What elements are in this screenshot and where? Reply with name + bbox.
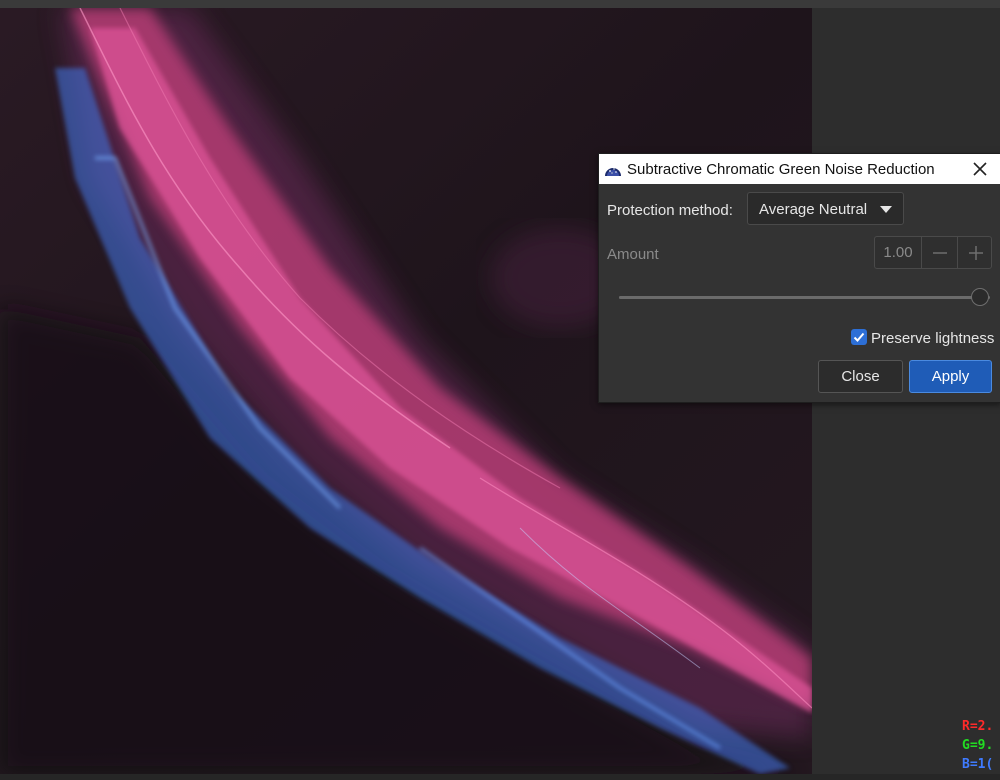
decrement-button[interactable] bbox=[922, 237, 958, 268]
minus-icon bbox=[933, 252, 947, 254]
increment-button[interactable] bbox=[958, 237, 993, 268]
preserve-lightness-label[interactable]: Preserve lightness bbox=[871, 330, 994, 347]
amount-stepper[interactable]: 1.00 bbox=[874, 236, 992, 269]
slider-fill bbox=[619, 296, 990, 299]
apply-button[interactable]: Apply bbox=[909, 360, 992, 393]
app-icon bbox=[604, 160, 622, 178]
readout-g: G=9. bbox=[962, 738, 994, 753]
top-bar bbox=[0, 0, 1000, 8]
protection-method-value: Average Neutral bbox=[759, 201, 868, 218]
amount-slider[interactable] bbox=[619, 288, 990, 308]
readout-r: R=2. bbox=[962, 719, 994, 734]
slider-thumb[interactable] bbox=[971, 288, 989, 306]
amount-value[interactable]: 1.00 bbox=[875, 237, 922, 268]
preserve-lightness-checkbox[interactable] bbox=[851, 329, 867, 345]
amount-label: Amount bbox=[607, 246, 659, 263]
readout-b: B=1( bbox=[962, 757, 994, 772]
checkmark-icon bbox=[853, 332, 865, 342]
protection-method-label: Protection method: bbox=[607, 202, 733, 219]
close-button[interactable]: Close bbox=[818, 360, 903, 393]
protection-method-select[interactable]: Average Neutral bbox=[747, 192, 904, 225]
chevron-down-icon bbox=[880, 206, 892, 213]
close-icon[interactable] bbox=[970, 159, 990, 179]
dialog-titlebar[interactable]: Subtractive Chromatic Green Noise Reduct… bbox=[599, 154, 1000, 184]
plus-icon bbox=[969, 246, 983, 260]
dialog-title: Subtractive Chromatic Green Noise Reduct… bbox=[627, 161, 935, 178]
bottom-strip bbox=[0, 774, 1000, 780]
pixel-readout: R=2. G=9. B=1( bbox=[962, 717, 1000, 774]
scnr-dialog: Subtractive Chromatic Green Noise Reduct… bbox=[598, 153, 1000, 403]
